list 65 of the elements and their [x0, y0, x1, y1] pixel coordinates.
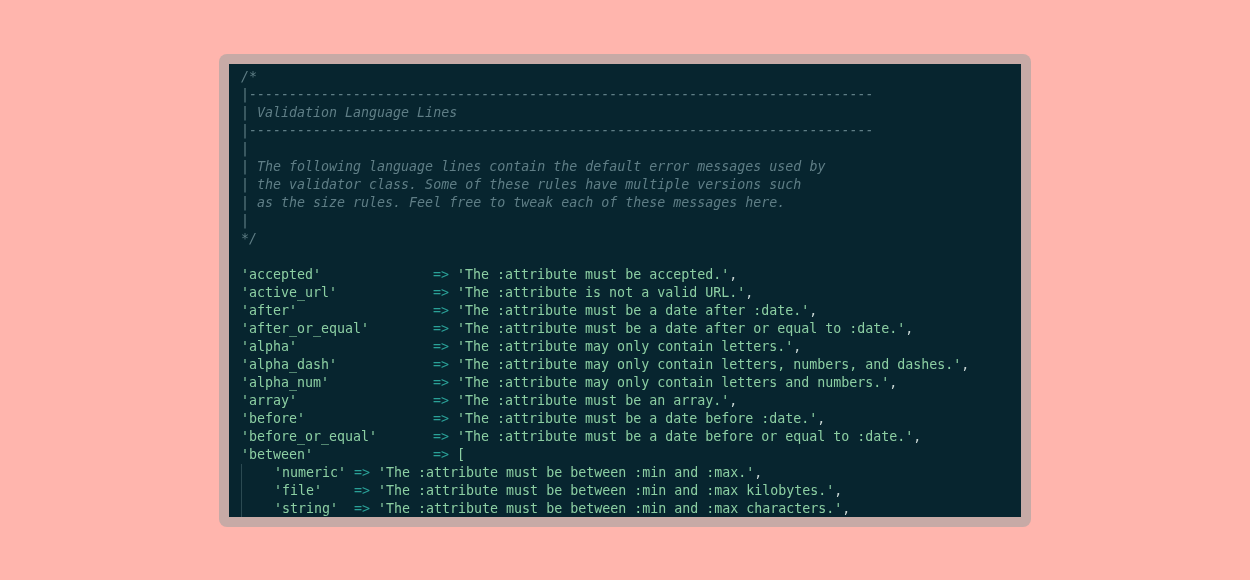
string-value: 'The :attribute must be between :min and :max characters.': [378, 500, 843, 517]
code-comment: /*: [241, 68, 257, 86]
array-key: 'after_or_equal': [241, 320, 370, 338]
array-key: 'file': [274, 482, 323, 500]
arrow-operator: =>: [433, 266, 449, 284]
arrow-operator: =>: [354, 500, 370, 517]
string-value: 'The :attribute must be a date before or equal to :date.': [457, 428, 914, 446]
string-value: 'The :attribute must be between :min and :max.': [378, 464, 755, 482]
comma: ,: [809, 302, 818, 320]
code-comment: */: [241, 230, 257, 248]
array-key: 'after': [241, 302, 298, 320]
string-value: 'The :attribute may only contain letters and numbers.': [457, 374, 890, 392]
code-comment: | The following language lines contain the default error messages used by: [241, 158, 826, 176]
code-comment: |------------------------------------------------------------------------------: [241, 86, 874, 104]
array-key: 'active_url': [241, 284, 338, 302]
string-value: 'The :attribute must be accepted.': [457, 266, 730, 284]
comma: ,: [729, 266, 738, 284]
arrow-operator: =>: [433, 428, 449, 446]
string-value: 'The :attribute must be between :min and :max kilobytes.': [378, 482, 835, 500]
array-key: 'before': [241, 410, 306, 428]
array-key: 'between': [241, 446, 314, 464]
code-comment: |: [241, 140, 249, 158]
array-key: 'alpha_dash': [241, 356, 338, 374]
array-key: 'string': [274, 500, 339, 517]
arrow-operator: =>: [354, 464, 370, 482]
comma: ,: [729, 392, 738, 410]
array-key: 'accepted': [241, 266, 322, 284]
arrow-operator: =>: [433, 446, 449, 464]
string-value: 'The :attribute may only contain letters, numbers, and dashes.': [457, 356, 962, 374]
arrow-operator: =>: [433, 284, 449, 302]
code-comment: |------------------------------------------------------------------------------: [241, 122, 874, 140]
arrow-operator: =>: [433, 392, 449, 410]
array-key: 'alpha': [241, 338, 298, 356]
comma: ,: [961, 356, 970, 374]
arrow-operator: =>: [433, 320, 449, 338]
comma: ,: [889, 374, 898, 392]
array-key: 'numeric': [274, 464, 347, 482]
comma: ,: [754, 464, 763, 482]
string-value: 'The :attribute may only contain letters.': [457, 338, 794, 356]
comma: ,: [913, 428, 922, 446]
arrow-operator: =>: [354, 482, 370, 500]
array-key: 'array': [241, 392, 298, 410]
arrow-operator: =>: [433, 338, 449, 356]
string-value: 'The :attribute is not a valid URL.': [457, 284, 746, 302]
comma: ,: [842, 500, 851, 517]
string-value: 'The :attribute must be a date after :date.': [457, 302, 810, 320]
string-value: 'The :attribute must be a date before :date.': [457, 410, 818, 428]
comma: ,: [745, 284, 754, 302]
comma: ,: [793, 338, 802, 356]
arrow-operator: =>: [433, 356, 449, 374]
code-comment: | the validator class. Some of these rules have multiple versions such: [241, 176, 802, 194]
code-comment: |: [241, 212, 249, 230]
string-value: 'The :attribute must be an array.': [457, 392, 730, 410]
code-comment: | as the size rules. Feel free to tweak each of these messages here.: [241, 194, 786, 212]
comma: ,: [817, 410, 826, 428]
arrow-operator: =>: [433, 302, 449, 320]
comma: ,: [905, 320, 914, 338]
comma: ,: [834, 482, 843, 500]
arrow-operator: =>: [433, 410, 449, 428]
code-comment: | Validation Language Lines: [241, 104, 458, 122]
array-key: 'alpha_num': [241, 374, 330, 392]
array-key: 'before_or_equal': [241, 428, 378, 446]
string-value: [: [457, 446, 466, 464]
string-value: 'The :attribute must be a date after or equal to :date.': [457, 320, 906, 338]
arrow-operator: =>: [433, 374, 449, 392]
